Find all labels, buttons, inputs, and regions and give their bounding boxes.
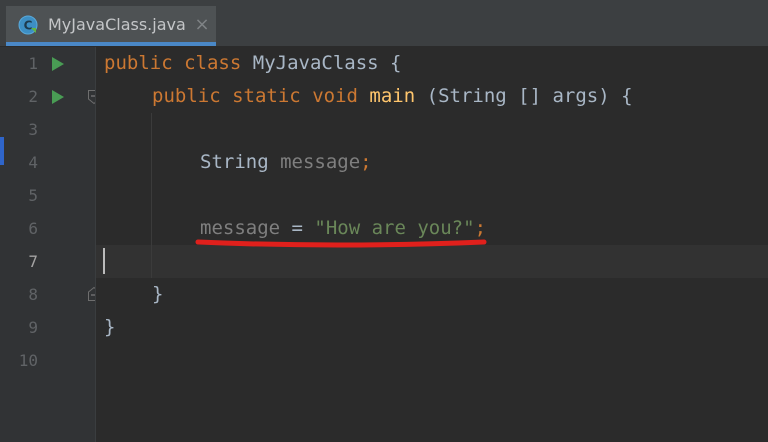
side-panel-marker bbox=[0, 137, 4, 165]
line-number: 6 bbox=[28, 219, 38, 238]
keyword: public bbox=[152, 85, 221, 107]
class-name: MyJavaClass bbox=[252, 52, 379, 74]
variable-name: message bbox=[200, 217, 281, 239]
code-line-6: message = "How are you?"; bbox=[200, 212, 486, 245]
assign-operator: = bbox=[280, 217, 315, 239]
tab-myjavaclass[interactable]: C MyJavaClass.java × bbox=[6, 6, 216, 46]
java-class-icon: C bbox=[18, 15, 38, 35]
method-params: (String [] args) { bbox=[426, 85, 633, 107]
indent-guide bbox=[151, 113, 152, 278]
close-brace: } bbox=[152, 283, 164, 305]
keyword: class bbox=[184, 52, 242, 74]
string-literal: "How are you?" bbox=[314, 217, 475, 239]
variable-name: message bbox=[280, 151, 361, 173]
type-name: String bbox=[200, 151, 269, 173]
code-line-8: } bbox=[152, 278, 163, 311]
line-number: 1 bbox=[28, 54, 38, 73]
tab-title: MyJavaClass.java bbox=[48, 15, 186, 34]
line-number: 8 bbox=[28, 285, 38, 304]
code-line-2: public static void main (String [] args)… bbox=[152, 80, 633, 113]
semicolon: ; bbox=[474, 217, 487, 239]
semicolon: ; bbox=[360, 151, 372, 173]
line-number: 4 bbox=[28, 153, 38, 172]
keyword: static bbox=[232, 85, 301, 107]
code-line-4: String message; bbox=[200, 146, 372, 179]
keyword: public bbox=[104, 52, 173, 74]
line-number: 9 bbox=[28, 318, 38, 337]
open-brace: { bbox=[390, 52, 402, 74]
current-line-highlight bbox=[96, 245, 768, 278]
editor-tab-bar: C MyJavaClass.java × bbox=[0, 0, 768, 47]
code-editor[interactable]: public class MyJavaClass { public static… bbox=[96, 47, 768, 442]
line-number: 3 bbox=[28, 120, 38, 139]
run-icon[interactable] bbox=[50, 88, 66, 106]
close-brace: } bbox=[104, 316, 116, 338]
method-name: main bbox=[369, 85, 416, 107]
run-icon[interactable] bbox=[50, 55, 66, 73]
keyword: void bbox=[312, 85, 358, 107]
line-number: 10 bbox=[18, 351, 38, 370]
text-caret bbox=[103, 248, 105, 274]
editor-gutter: 1 2 3 4 5 6 7 8 9 10 bbox=[0, 47, 100, 442]
svg-text:C: C bbox=[24, 19, 33, 33]
close-icon[interactable]: × bbox=[194, 15, 210, 35]
code-line-1: public class MyJavaClass { bbox=[104, 47, 402, 80]
line-number-active: 7 bbox=[28, 252, 38, 271]
line-number: 5 bbox=[28, 186, 38, 205]
active-tab-indicator bbox=[6, 42, 216, 46]
code-line-9: } bbox=[104, 311, 115, 344]
line-number: 2 bbox=[28, 87, 38, 106]
